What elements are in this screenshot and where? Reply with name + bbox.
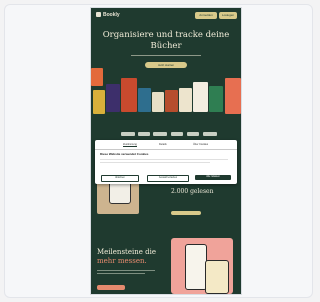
logo-icon bbox=[96, 12, 101, 18]
phone-mockup bbox=[185, 244, 207, 290]
stats-headline: 2.000 gelesen bbox=[171, 188, 214, 195]
site-logo[interactable]: Bookly bbox=[96, 12, 120, 19]
partner-logo bbox=[121, 132, 135, 136]
partner-strip bbox=[105, 123, 227, 131]
cookie-tab-about[interactable]: Über Cookies bbox=[193, 143, 208, 146]
book-cover bbox=[193, 82, 208, 112]
cookie-consent-dialog: Zustimmung Details Über Cookies Diese We… bbox=[95, 140, 237, 184]
signup-button[interactable]: Loslegen bbox=[219, 12, 237, 19]
book-cover bbox=[138, 88, 151, 112]
hero-cta-button[interactable]: Jetzt starten bbox=[145, 62, 187, 68]
phone-mockup bbox=[205, 260, 229, 294]
book-cover bbox=[93, 90, 105, 114]
milestones-description bbox=[97, 270, 157, 276]
cookie-allow-all-button[interactable]: Alle zulassen bbox=[195, 175, 231, 180]
milestones-cta-button[interactable] bbox=[97, 285, 125, 290]
book-cover bbox=[106, 84, 120, 112]
cookie-tab-details[interactable]: Details bbox=[159, 143, 167, 146]
book-cover bbox=[225, 78, 241, 114]
logo-text: Bookly bbox=[103, 12, 120, 18]
webpage: Bookly Anmelden Loslegen Organisiere und… bbox=[91, 8, 241, 294]
partner-logo bbox=[171, 132, 183, 136]
partner-logo bbox=[187, 132, 199, 136]
cookie-reject-button[interactable]: Ablehnen bbox=[101, 175, 139, 182]
divider bbox=[95, 149, 237, 150]
partner-logo bbox=[153, 132, 167, 136]
book-cover bbox=[209, 86, 223, 112]
hero-title: Organisiere und tracke deine Bücher bbox=[102, 30, 230, 51]
partner-logo bbox=[203, 132, 217, 136]
milestones-title-line1: Meilensteine die bbox=[97, 248, 156, 256]
partner-logo bbox=[138, 132, 150, 136]
book-cover bbox=[121, 78, 137, 112]
book-cover bbox=[165, 90, 178, 112]
cookie-allow-selection-button[interactable]: Auswahl erlauben bbox=[147, 175, 189, 182]
book-cover bbox=[152, 92, 164, 112]
milestones-title-accent: mehr messen. bbox=[97, 257, 147, 265]
milestones-title: Meilensteine die mehr messen. bbox=[97, 248, 167, 266]
cookie-tab-consent[interactable]: Zustimmung bbox=[123, 143, 137, 147]
stats-button[interactable] bbox=[171, 211, 201, 215]
book-cover bbox=[91, 68, 103, 86]
login-button[interactable]: Anmelden bbox=[195, 12, 217, 19]
book-cover bbox=[179, 88, 192, 112]
cookie-title: Diese Website verwendet Cookies bbox=[100, 152, 149, 156]
